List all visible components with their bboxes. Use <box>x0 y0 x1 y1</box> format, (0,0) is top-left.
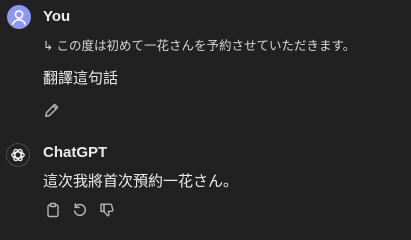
thumbs-down-icon <box>100 203 114 217</box>
quoted-text-content: この度は初めて一花さんを予約させていただきます。 <box>56 38 356 53</box>
assistant-message-text: 這次我將首次預約一花さん。 <box>43 172 239 190</box>
quote-arrow-icon: ↳ <box>43 38 54 53</box>
user-message-text: 翻譯這句話 <box>43 69 119 87</box>
edit-message-button[interactable] <box>43 101 61 119</box>
quoted-text: ↳ この度は初めて一花さんを予約させていただきます。 <box>43 38 355 54</box>
regenerate-button[interactable] <box>71 201 89 219</box>
user-author-name: You <box>43 8 71 25</box>
copy-button[interactable] <box>44 201 62 219</box>
openai-logo-icon <box>11 148 25 162</box>
user-person-icon <box>12 10 26 25</box>
user-avatar <box>7 5 31 29</box>
pencil-icon <box>45 103 59 118</box>
thumbs-down-button[interactable] <box>98 201 116 219</box>
assistant-author-name: ChatGPT <box>43 144 108 161</box>
chatgpt-avatar <box>6 143 30 167</box>
regenerate-icon <box>73 203 86 217</box>
clipboard-icon <box>47 202 59 218</box>
